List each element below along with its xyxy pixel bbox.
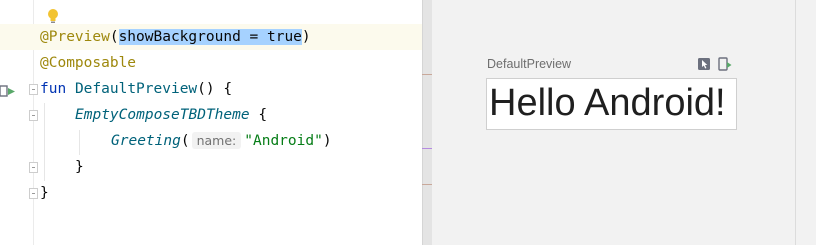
preview-title: DefaultPreview <box>487 57 572 71</box>
code-line-2[interactable]: @Composable <box>40 50 136 76</box>
indent-guide <box>79 130 80 155</box>
paren-token: ( <box>109 29 119 45</box>
parameter-hint: name: <box>191 132 242 149</box>
fold-marker[interactable] <box>29 110 38 121</box>
run-preview-icon[interactable] <box>0 82 16 100</box>
preview-rendered-text: Hello Android! <box>489 82 726 124</box>
preview-render-card[interactable]: Hello Android! <box>486 78 737 130</box>
fold-marker[interactable] <box>29 162 38 173</box>
code-line-5[interactable]: Greeting(name: "Android") <box>111 128 332 154</box>
code-editor[interactable]: @Preview(showBackground = true) @Composa… <box>0 0 422 245</box>
editor-preview-splitter[interactable] <box>422 0 432 245</box>
brace-token: } <box>40 185 49 201</box>
annotation-token: @Composable <box>40 55 137 71</box>
fold-marker[interactable] <box>29 188 38 199</box>
selected-args: showBackground = true <box>118 29 302 45</box>
paren-token: ( <box>180 133 190 149</box>
paren-token: ) <box>301 29 311 45</box>
composable-call-token: EmptyComposeTBDTheme <box>75 107 250 123</box>
indent-guide <box>44 103 45 181</box>
compose-preview-pane: DefaultPreview Hello Android! <box>432 0 816 245</box>
interactive-mode-icon[interactable] <box>697 57 711 71</box>
selected-text: showBackground = true <box>118 29 302 45</box>
code-line-7[interactable]: } <box>40 180 49 206</box>
code-token: () { <box>197 81 233 97</box>
deploy-to-device-icon[interactable] <box>718 57 732 71</box>
preview-divider <box>795 0 796 245</box>
code-line-3[interactable]: fun DefaultPreview() { <box>40 76 232 102</box>
function-name-token: DefaultPreview <box>74 81 198 97</box>
fold-marker[interactable] <box>29 84 38 95</box>
code-line-6[interactable]: } <box>75 154 84 180</box>
code-line-4[interactable]: EmptyComposeTBDTheme { <box>75 102 267 128</box>
composable-call-token: Greeting <box>111 133 181 149</box>
brace-token: } <box>75 159 84 175</box>
keyword-token: fun <box>40 81 67 97</box>
paren-token: ) <box>322 133 332 149</box>
code-line-1[interactable]: @Preview(showBackground = true) <box>40 24 311 50</box>
lightbulb-icon[interactable] <box>46 8 60 24</box>
annotation-token: @Preview <box>40 29 110 45</box>
code-token: { <box>249 107 268 123</box>
string-token: "Android" <box>244 133 323 149</box>
